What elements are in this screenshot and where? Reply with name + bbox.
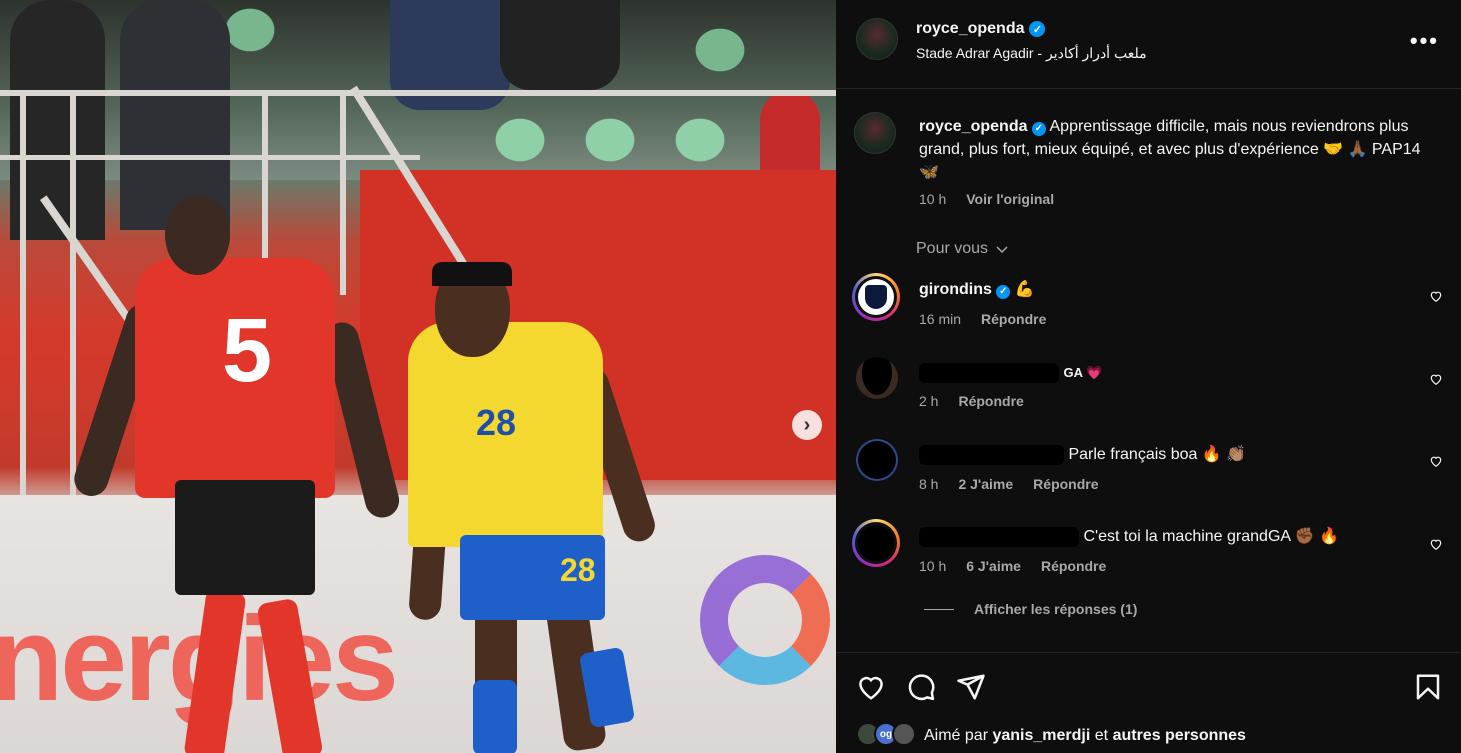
comment-text: 💪 (1014, 281, 1035, 298)
comment-likes[interactable]: 6 J'aime (966, 558, 1021, 574)
save-bookmark-icon[interactable] (1413, 672, 1443, 702)
comment-avatar[interactable] (852, 273, 900, 321)
likes-middle: et (1094, 727, 1109, 744)
likes-summary: Aimé par yanis_merdji et autres personne… (924, 727, 1246, 745)
comment-username[interactable]: girondins (919, 281, 992, 298)
see-original-link[interactable]: Voir l'original (966, 191, 1054, 207)
post-photo[interactable]: nergies 5 28 28 › (0, 0, 836, 753)
railing (70, 95, 76, 515)
like-comment-heart-icon[interactable] (1429, 372, 1443, 386)
comment: Parle français boa 🔥 👏🏽 (919, 445, 1246, 465)
reply-link[interactable]: Répondre (981, 311, 1046, 327)
verified-badge-icon: ✓ (996, 285, 1011, 299)
comment-meta: 16 min Répondre (919, 311, 1046, 327)
comment-time: 16 min (919, 311, 962, 327)
reply-link[interactable]: Répondre (1041, 558, 1106, 574)
author-header: royce_openda ✓ (916, 20, 1046, 38)
jersey-number: 28 (476, 402, 517, 443)
liker-avatar[interactable] (892, 722, 916, 746)
comment-meta: 10 h 6 J'aime Répondre (919, 558, 1106, 574)
divider-line (924, 608, 954, 610)
caption-username[interactable]: royce_openda (919, 118, 1027, 135)
panel-background: royce_openda ✓ Stade Adrar Agadir - ملعب… (836, 0, 1461, 753)
comment-text: C'est toi la machine grandGA ✊🏾 🔥 (1083, 528, 1339, 546)
comment-likes[interactable]: 2 J'aime (958, 476, 1013, 492)
comment-time: 8 h (919, 476, 939, 492)
caption-avatar[interactable] (854, 112, 896, 154)
spectator (120, 0, 230, 230)
comment-avatar[interactable] (852, 519, 900, 567)
post-caption: royce_openda ✓ Apprentissage difficile, … (919, 115, 1439, 184)
ad-logo (700, 555, 830, 685)
likes-others-link[interactable]: autres personnes (1113, 727, 1246, 744)
comment-time: 10 h (919, 558, 947, 574)
railing (20, 95, 26, 515)
post-location[interactable]: Stade Adrar Agadir - ملعب أدرار أكادير (916, 45, 1147, 62)
reply-link[interactable]: Répondre (1033, 476, 1098, 492)
likes-prefix: Aimé par (924, 727, 989, 744)
redacted-username (919, 363, 1059, 383)
caption-time: 10 h (919, 191, 947, 207)
author-avatar[interactable] (856, 18, 898, 60)
player-head (165, 195, 230, 275)
post-panel: royce_openda ✓ Stade Adrar Agadir - ملعب… (836, 0, 1461, 753)
comment-text: Parle français boa 🔥 👏🏽 (1068, 446, 1247, 464)
comment: girondins ✓ 💪 (919, 280, 1035, 300)
sort-label: Pour vous (916, 240, 989, 257)
spectator (500, 0, 620, 90)
comment-bubble-icon[interactable] (906, 672, 936, 702)
railing (340, 95, 346, 295)
chevron-down-icon (996, 246, 1008, 254)
railing (0, 155, 420, 160)
redacted-username (919, 527, 1079, 547)
comment-meta: 2 h Répondre (919, 393, 1024, 409)
view-replies-label: Afficher les réponses (1) (974, 601, 1138, 617)
view-replies-button[interactable]: Afficher les réponses (1) (924, 601, 1137, 617)
reply-link[interactable]: Répondre (958, 393, 1023, 409)
comment-meta: 8 h 2 J'aime Répondre (919, 476, 1099, 492)
redacted-username (919, 445, 1064, 465)
shorts-number: 28 (560, 552, 596, 588)
comment-time: 2 h (919, 393, 939, 409)
sort-comments-dropdown[interactable]: Pour vous (916, 240, 1010, 258)
railing (0, 90, 836, 96)
chevron-right-icon: › (803, 413, 811, 436)
caption-meta: 10 h Voir l'original (919, 191, 1054, 207)
author-username[interactable]: royce_openda (916, 20, 1024, 38)
liker-username[interactable]: yanis_merdji (992, 727, 1090, 744)
comment: C'est toi la machine grandGA ✊🏾 🔥 (919, 527, 1339, 547)
share-send-icon[interactable] (956, 672, 986, 702)
comment-avatar[interactable] (856, 439, 898, 481)
divider (836, 88, 1461, 89)
verified-badge-icon: ✓ (1031, 121, 1046, 136)
like-heart-icon[interactable] (856, 672, 886, 702)
more-options-icon[interactable]: ••• (1410, 28, 1439, 54)
player-sock (473, 680, 517, 753)
next-image-button[interactable]: › (792, 410, 822, 440)
comment-text: GA 💗 (1063, 365, 1103, 381)
spectator (760, 90, 820, 170)
comment: GA 💗 (919, 363, 1102, 383)
like-comment-heart-icon[interactable] (1429, 454, 1443, 468)
jersey-number: 5 (222, 301, 273, 401)
player-shorts (175, 480, 315, 595)
verified-badge-icon: ✓ (1029, 21, 1046, 37)
headband (432, 262, 512, 286)
comment-avatar[interactable] (856, 357, 898, 399)
like-comment-heart-icon[interactable] (1429, 289, 1443, 303)
like-comment-heart-icon[interactable] (1429, 537, 1443, 551)
divider (836, 652, 1461, 653)
